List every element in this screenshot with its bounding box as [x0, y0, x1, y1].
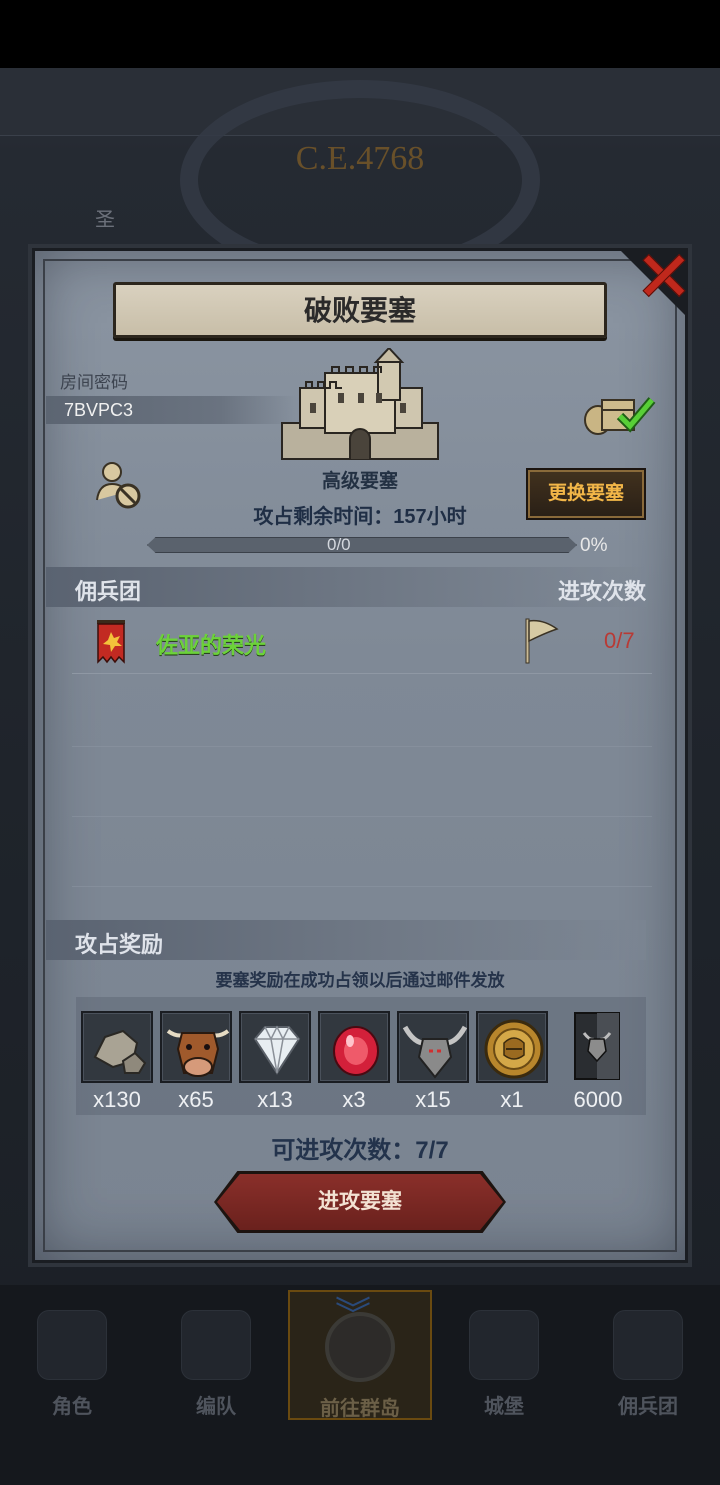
close-button[interactable] — [632, 245, 692, 305]
nav-label: 前往群岛 — [320, 1398, 400, 1420]
bull-banner-icon — [574, 1012, 620, 1080]
reward-slot — [397, 1011, 469, 1083]
helmet-icon — [181, 1310, 251, 1380]
reward-quantity: x1 — [500, 1087, 524, 1112]
remaining-attempts: 可进攻次数：7/7 — [271, 1137, 449, 1164]
mercenary-header-label: 佣兵团 — [75, 579, 142, 604]
nav-label: 城堡 — [484, 1396, 524, 1418]
progress-count: 0/0 — [327, 535, 351, 554]
reward-slot — [81, 1011, 153, 1083]
progress-percent: 0% — [580, 535, 608, 556]
room-code: 7BVPC3 — [64, 400, 134, 420]
flag-icon — [525, 618, 559, 664]
nav-item-mercenary[interactable]: 佣兵团 — [576, 1290, 720, 1420]
reward-item[interactable]: x130 — [81, 1011, 153, 1113]
list-divider — [72, 816, 652, 817]
nav-label: 佣兵团 — [618, 1396, 678, 1418]
attack-button-label: 进攻要塞 — [318, 1190, 402, 1213]
reward-item[interactable]: 6000 — [562, 1011, 634, 1113]
reward-quantity: x130 — [93, 1087, 141, 1112]
reward-item[interactable]: x1 — [476, 1011, 548, 1113]
horned-helmet-icon — [402, 1025, 467, 1079]
chevron-down-icon: ︾ — [335, 1294, 372, 1335]
background-label: 圣 — [95, 209, 115, 231]
attack-fortress-button[interactable]: 进攻要塞 — [217, 1174, 503, 1230]
reward-quantity: x15 — [415, 1087, 451, 1112]
reward-item[interactable]: x15 — [397, 1011, 469, 1113]
reward-quantity: 6000 — [573, 1087, 623, 1112]
reward-item[interactable]: x3 — [318, 1011, 390, 1113]
list-divider — [72, 886, 652, 887]
reward-note: 要塞奖励在成功占领以后通过邮件发放 — [215, 971, 505, 990]
gold-medal-icon — [484, 1019, 544, 1079]
nav-label: 角色 — [52, 1396, 92, 1418]
reward-item[interactable]: x13 — [239, 1011, 311, 1113]
reward-quantity: x3 — [342, 1087, 366, 1112]
room-code-label: 房间密码 — [60, 373, 128, 392]
remaining-time: 攻占剩余时间：157小时 — [253, 506, 467, 528]
reward-slot — [160, 1011, 232, 1083]
reward-quantity: x65 — [178, 1087, 214, 1112]
diamond-icon — [253, 1025, 301, 1075]
reward-slot — [239, 1011, 311, 1083]
reward-header-label: 攻占奖励 — [75, 932, 164, 957]
stone-icon — [93, 1029, 147, 1074]
status-bar — [0, 0, 720, 68]
title-banner: 破败要塞 — [113, 282, 607, 338]
castle-icon — [469, 1310, 539, 1380]
capture-progress-bar — [147, 537, 577, 553]
reward-quantity: x13 — [257, 1087, 293, 1112]
reward-slot — [318, 1011, 390, 1083]
nav-item-character[interactable]: 角色 — [0, 1290, 144, 1420]
knight-icon — [37, 1310, 107, 1380]
era-label: C.E.4768 — [295, 140, 425, 177]
reward-slot — [562, 1011, 634, 1083]
cow-icon — [166, 1029, 230, 1077]
attack-count-header: 进攻次数 — [557, 579, 646, 604]
ruby-icon — [333, 1026, 379, 1076]
list-divider — [72, 746, 652, 747]
mercenary-icon — [613, 1310, 683, 1380]
mercenary-name: 佐亚的荣光 — [156, 633, 267, 658]
nav-label: 编队 — [196, 1396, 236, 1418]
reward-slot — [476, 1011, 548, 1083]
castle-icon — [281, 348, 439, 460]
guild-banner-icon — [97, 620, 125, 664]
reward-item[interactable]: x65 — [160, 1011, 232, 1113]
supply-confirmed-icon[interactable] — [582, 390, 664, 436]
nav-item-formation[interactable]: 编队 — [144, 1290, 288, 1420]
nav-item-castle[interactable]: 城堡 — [432, 1290, 576, 1420]
attack-count: 0/7 — [604, 628, 635, 653]
modal-title: 破败要塞 — [303, 295, 416, 326]
